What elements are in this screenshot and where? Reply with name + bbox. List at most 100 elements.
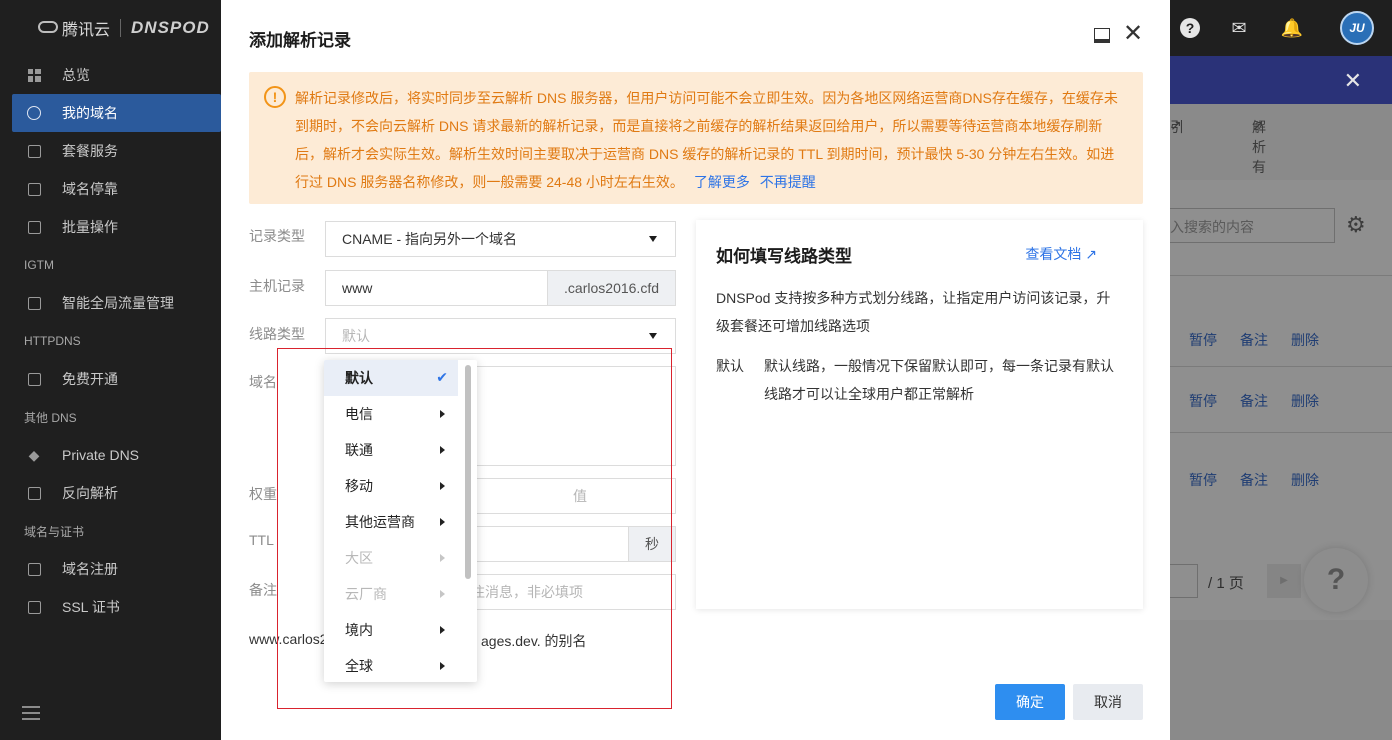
domain-label: 域名 bbox=[249, 374, 277, 390]
sidebar-item-plans[interactable]: 套餐服务 bbox=[0, 132, 221, 170]
record-type-value: CNAME - 指向另外一个域名 bbox=[342, 231, 517, 247]
pause-link[interactable]: 暂停 bbox=[1189, 472, 1217, 488]
brand-logo[interactable]: 腾讯云 DNSPOD bbox=[0, 0, 221, 56]
gear-icon[interactable]: ⚙ bbox=[1346, 212, 1366, 238]
sidebar-item-domain-register[interactable]: 域名注册 bbox=[0, 550, 221, 588]
line-type-placeholder: 默认 bbox=[342, 328, 370, 344]
delete-link[interactable]: 删除 bbox=[1291, 332, 1319, 348]
sidebar-item-reverse-dns[interactable]: 反向解析 bbox=[0, 474, 221, 512]
sidebar-item-overview[interactable]: 总览 bbox=[0, 56, 221, 94]
remark-label: 备注 bbox=[249, 582, 277, 598]
table-row: 暂停 备注 删除 bbox=[1189, 391, 1342, 411]
avatar[interactable]: JU bbox=[1340, 11, 1374, 45]
brand-product: DNSPOD bbox=[131, 18, 210, 37]
ttl-label: TTL bbox=[249, 532, 274, 548]
sidebar-item-label: 域名停靠 bbox=[62, 181, 118, 197]
search-input[interactable]: 入搜索的内容 bbox=[1170, 208, 1335, 243]
table-row: 暂停 备注 删除 bbox=[1189, 330, 1342, 350]
help-float-button[interactable]: ? bbox=[1304, 548, 1368, 612]
notice-banner: ! 解析记录修改后，将实时同步至云解析 DNS 服务器，但用户访问可能不会立即生… bbox=[249, 72, 1143, 204]
sidebar: 腾讯云 DNSPOD 总览 我的域名 套餐服务 域名停靠 批量操作 IGTM 智… bbox=[0, 0, 221, 740]
sidebar-item-batch[interactable]: 批量操作 bbox=[0, 208, 221, 246]
default-key: 默认 bbox=[716, 358, 744, 374]
confirm-button[interactable]: 确定 bbox=[995, 684, 1065, 720]
announcement-banner: ✕ bbox=[1170, 56, 1392, 104]
host-suffix: .carlos2016.cfd bbox=[547, 271, 675, 305]
server-icon bbox=[26, 295, 42, 311]
host-value: www bbox=[342, 280, 373, 296]
dns-problem-link[interactable]: 解析有问题? ↗ bbox=[1252, 117, 1274, 215]
help-icon[interactable]: ? bbox=[1180, 18, 1200, 38]
view-docs-link[interactable]: 查看文档 ↗ bbox=[1025, 244, 1097, 264]
line-type-label: 线路类型 bbox=[249, 326, 305, 342]
sidebar-item-label: 总览 bbox=[62, 67, 90, 83]
sidebar-item-private-dns[interactable]: ◆ Private DNS bbox=[0, 436, 221, 474]
sidebar-item-igtm[interactable]: 智能全局流量管理 bbox=[0, 284, 221, 322]
dialog-title: 添加解析记录 bbox=[249, 31, 351, 50]
sidebar-item-my-domains[interactable]: 我的域名 bbox=[12, 94, 221, 132]
sidebar-group-igtm: IGTM bbox=[24, 258, 54, 272]
cancel-button[interactable]: 取消 bbox=[1073, 684, 1143, 720]
bell-icon[interactable]: 🔔 bbox=[1281, 17, 1303, 39]
dashboard-icon bbox=[26, 67, 42, 83]
sidebar-item-ssl[interactable]: SSL 证书 bbox=[0, 588, 221, 626]
table-divider bbox=[1170, 432, 1392, 433]
sidebar-item-httpdns[interactable]: 免费开通 bbox=[0, 360, 221, 398]
help-card-title: 如何填写线路类型 bbox=[716, 247, 852, 266]
delete-link[interactable]: 删除 bbox=[1291, 472, 1319, 488]
diamond-icon: ◆ bbox=[28, 446, 40, 463]
pause-link[interactable]: 暂停 bbox=[1189, 332, 1217, 348]
record-type-label: 记录类型 bbox=[249, 228, 305, 244]
sidebar-item-label: 我的域名 bbox=[62, 105, 118, 121]
sidebar-item-label: 批量操作 bbox=[62, 219, 118, 235]
brand-name: 腾讯云 bbox=[62, 22, 111, 39]
pause-link[interactable]: 暂停 bbox=[1189, 393, 1217, 409]
delete-link[interactable]: 删除 bbox=[1291, 393, 1319, 409]
sidebar-group-domain-cert: 域名与证书 bbox=[24, 524, 85, 539]
host-input[interactable]: www .carlos2016.cfd bbox=[325, 270, 676, 306]
activate-icon bbox=[26, 371, 42, 387]
help-card-default-row: 默认 默认线路，一般情况下保留默认即可，每一条记录有默认线路才可以让全球用户都正… bbox=[716, 352, 1116, 408]
reverse-icon bbox=[26, 485, 42, 501]
table-divider bbox=[1170, 366, 1392, 367]
calendar-icon bbox=[26, 561, 42, 577]
next-page-button[interactable]: ▶ bbox=[1267, 564, 1301, 598]
sidebar-group-httpdns: HTTPDNS bbox=[24, 334, 81, 348]
sidebar-item-domain-parking[interactable]: 域名停靠 bbox=[0, 170, 221, 208]
caret-down-icon bbox=[649, 333, 657, 339]
external-link-icon: ↗ bbox=[1085, 246, 1097, 262]
record-type-select[interactable]: CNAME - 指向另外一个域名 bbox=[325, 221, 676, 257]
table-divider bbox=[1170, 275, 1392, 276]
close-icon[interactable]: ✕ bbox=[1344, 68, 1362, 94]
sidebar-item-label: 智能全局流量管理 bbox=[62, 295, 174, 311]
background-page: ? ✉ 🔔 JU ✕ 引 ↗ 解析有问题? ↗ 入搜索的内容 ⚙ 暂停备注删除 … bbox=[1170, 0, 1392, 740]
line-type-help-card: 如何填写线路类型 查看文档 ↗ DNSPod 支持按多种方式划分线路，让指定用户… bbox=[696, 220, 1143, 609]
page-input[interactable] bbox=[1170, 564, 1198, 598]
sidebar-item-label: Private DNS bbox=[62, 447, 140, 463]
package-icon bbox=[26, 143, 42, 159]
sidebar-item-label: 反向解析 bbox=[62, 485, 118, 501]
copy-icon bbox=[26, 219, 42, 235]
sidebar-item-label: 域名注册 bbox=[62, 561, 118, 577]
remark-link[interactable]: 备注 bbox=[1240, 472, 1268, 488]
host-label: 主机记录 bbox=[249, 278, 305, 294]
page-count: / 1 页 bbox=[1208, 575, 1244, 592]
remark-link[interactable]: 备注 bbox=[1240, 393, 1268, 409]
layout-icon bbox=[26, 181, 42, 197]
tencent-cloud-logo-icon bbox=[38, 21, 58, 33]
table-row: 暂停 备注 删除 bbox=[1189, 470, 1342, 490]
dont-remind-link[interactable]: 不再提醒 bbox=[760, 174, 816, 190]
globe-icon bbox=[26, 105, 42, 121]
remark-link[interactable]: 备注 bbox=[1240, 332, 1268, 348]
guide-link[interactable]: 引 ↗ bbox=[1170, 117, 1184, 135]
top-bar: ? ✉ 🔔 JU bbox=[1170, 0, 1392, 56]
learn-more-link[interactable]: 了解更多 bbox=[694, 174, 750, 190]
caret-down-icon bbox=[649, 236, 657, 242]
collapse-menu-icon[interactable] bbox=[22, 706, 40, 720]
sidebar-item-label: SSL 证书 bbox=[62, 599, 120, 615]
help-card-desc: DNSPod 支持按多种方式划分线路，让指定用户访问该记录，升级套餐还可增加线路… bbox=[716, 290, 1111, 334]
close-icon[interactable]: ✕ bbox=[1123, 22, 1143, 46]
default-value: 默认线路，一般情况下保留默认即可，每一条记录有默认线路才可以让全球用户都正常解析 bbox=[764, 358, 1114, 402]
minimize-icon[interactable] bbox=[1094, 28, 1110, 43]
wechat-icon[interactable]: ✉ bbox=[1228, 17, 1250, 39]
